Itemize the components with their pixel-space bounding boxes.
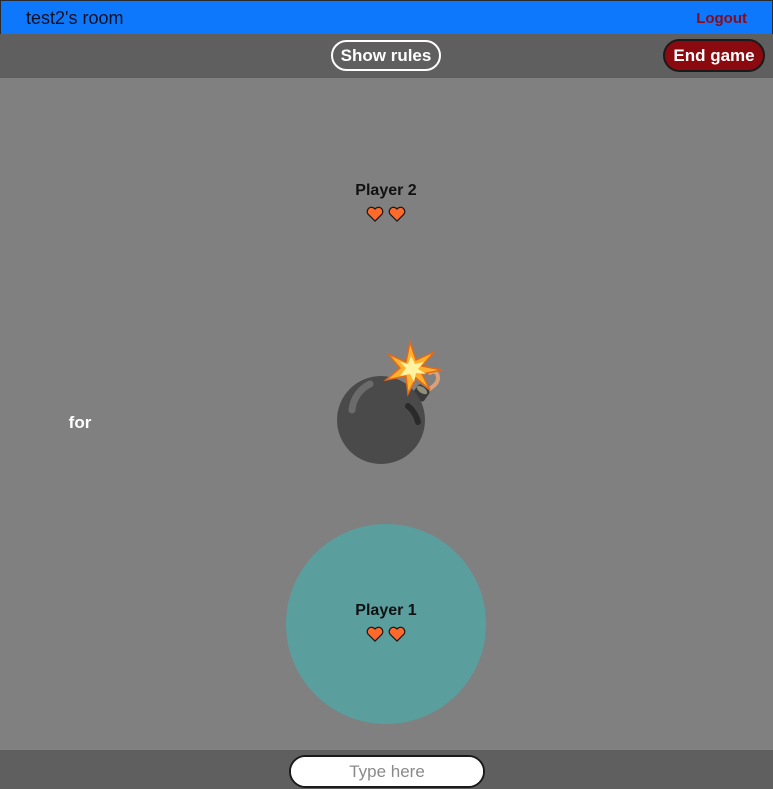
player-name: Player 2 <box>355 182 417 199</box>
player-name: Player 1 <box>355 602 417 619</box>
bomb-prompt-word: for <box>68 413 92 432</box>
top-bar: test2's room Logout <box>0 0 773 34</box>
logout-link[interactable]: Logout <box>696 10 747 27</box>
bomb <box>330 338 450 468</box>
end-game-button[interactable]: End game <box>663 39 765 72</box>
heart-icon <box>388 206 406 222</box>
game-toolbar: Show rules End game <box>0 34 773 78</box>
heart-icon <box>388 626 406 642</box>
bomb-icon <box>337 339 443 464</box>
player-lives <box>336 206 436 222</box>
game-room-page: test2's room Logout Show rules End game … <box>0 0 773 789</box>
word-input[interactable] <box>289 755 485 788</box>
player-lives <box>336 626 436 642</box>
heart-icon <box>366 626 384 642</box>
room-title: test2's room <box>26 8 124 28</box>
player-card-1: Player 1 <box>336 602 436 642</box>
input-bar <box>0 750 773 789</box>
show-rules-button[interactable]: Show rules <box>331 40 441 71</box>
game-board: Player 2 for Player 1 <box>0 78 773 750</box>
heart-icon <box>366 206 384 222</box>
player-card-2: Player 2 <box>336 182 436 222</box>
